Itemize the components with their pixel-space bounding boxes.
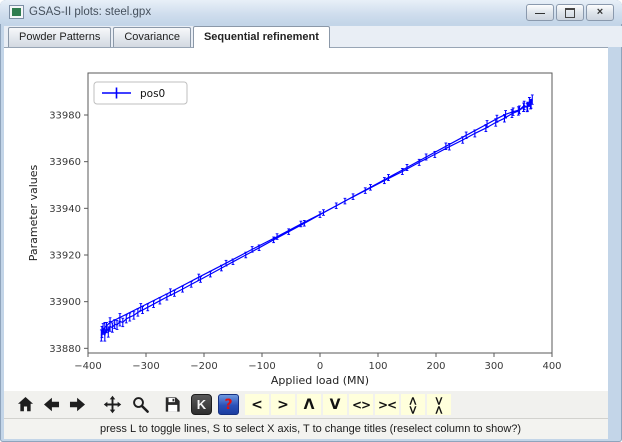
- titlebar[interactable]: GSAS-II plots: steel.gpx — ×: [0, 0, 622, 24]
- y-tick-label: 33940: [49, 204, 81, 215]
- save-icon: [163, 395, 182, 414]
- y-tick-label: 33880: [49, 344, 81, 355]
- y-tick-label: 33980: [49, 111, 81, 122]
- status-bar: press L to toggle lines, S to select X a…: [4, 418, 608, 439]
- x-tick-label: −300: [132, 361, 159, 372]
- x-axis-label: Applied load (MN): [271, 374, 369, 387]
- compress-y-button[interactable]: ><: [427, 394, 451, 415]
- home-button[interactable]: [13, 393, 37, 416]
- expand-x-button[interactable]: <>: [349, 394, 373, 415]
- maximize-button[interactable]: [556, 4, 584, 21]
- tab-covariance[interactable]: Covariance: [113, 27, 191, 47]
- expand-y-icon: <>: [407, 395, 419, 413]
- x-tick-label: 100: [368, 361, 387, 372]
- help-icon: ?: [224, 397, 232, 413]
- save-button[interactable]: [160, 393, 184, 416]
- x-tick-label: −400: [74, 361, 101, 372]
- window-title: GSAS-II plots: steel.gpx: [29, 6, 151, 18]
- forward-icon: [68, 395, 87, 414]
- zoom-button[interactable]: [128, 393, 152, 416]
- home-icon: [16, 395, 35, 414]
- expand-y-button[interactable]: <>: [401, 394, 425, 415]
- shift-up-icon: Λ: [304, 398, 315, 412]
- pan-button[interactable]: [100, 393, 124, 416]
- shift-left-button[interactable]: <: [245, 394, 269, 415]
- compress-x-button[interactable]: ><: [375, 394, 399, 415]
- maximize-icon: [565, 8, 575, 18]
- back-button[interactable]: [39, 393, 63, 416]
- help-button[interactable]: ?: [218, 394, 239, 415]
- shift-right-button[interactable]: >: [271, 394, 295, 415]
- y-tick-label: 33900: [49, 297, 81, 308]
- key-press-button[interactable]: K: [191, 394, 212, 415]
- shift-down-button[interactable]: V: [323, 394, 347, 415]
- y-axis-label: Parameter values: [27, 164, 40, 261]
- back-icon: [42, 395, 61, 414]
- window-controls: — ×: [526, 4, 614, 21]
- expand-x-icon: <>: [352, 399, 370, 411]
- y-tick-label: 33960: [49, 157, 81, 168]
- x-tick-label: 0: [317, 361, 323, 372]
- shift-left-icon: <: [251, 398, 263, 412]
- compress-y-icon: ><: [433, 395, 445, 413]
- plot-figure: −400 −300 −200 −100 0 100 200 300 400 33880 33900 3…: [4, 48, 608, 391]
- forward-button[interactable]: [65, 393, 89, 416]
- legend-label: pos0: [140, 88, 165, 100]
- key-press-icon: K: [197, 397, 206, 412]
- x-tick-label: 300: [484, 361, 503, 372]
- plot-toolbar: K?<>ΛV<>><<>><: [4, 390, 608, 418]
- app-icon: [9, 5, 24, 19]
- minimize-button[interactable]: —: [526, 4, 554, 21]
- zoom-icon: [131, 395, 150, 414]
- pan-icon: [103, 395, 122, 414]
- tab-powder-patterns[interactable]: Powder Patterns: [8, 27, 111, 47]
- tab-strip: Powder PatternsCovarianceSequential refi…: [4, 26, 622, 47]
- x-tick-label: 200: [426, 361, 445, 372]
- legend[interactable]: pos0: [94, 82, 187, 104]
- close-button[interactable]: ×: [586, 4, 614, 21]
- x-tick-label: −100: [248, 361, 275, 372]
- shift-right-icon: >: [277, 398, 289, 412]
- x-tick-label: 400: [542, 361, 561, 372]
- compress-x-icon: ><: [378, 399, 396, 411]
- shift-down-icon: V: [330, 398, 341, 412]
- status-text: press L to toggle lines, S to select X a…: [4, 423, 521, 435]
- shift-up-button[interactable]: Λ: [297, 394, 321, 415]
- gsas-plots-window: GSAS-II plots: steel.gpx — × Powder Patt…: [0, 0, 622, 442]
- x-tick-label: −200: [190, 361, 217, 372]
- plot-canvas[interactable]: −400 −300 −200 −100 0 100 200 300 400 33880 33900 3…: [4, 47, 608, 391]
- y-tick-label: 33920: [49, 251, 81, 262]
- tab-sequential-refinement[interactable]: Sequential refinement: [193, 26, 330, 48]
- minimize-icon: —: [535, 9, 545, 19]
- close-icon: ×: [597, 7, 603, 18]
